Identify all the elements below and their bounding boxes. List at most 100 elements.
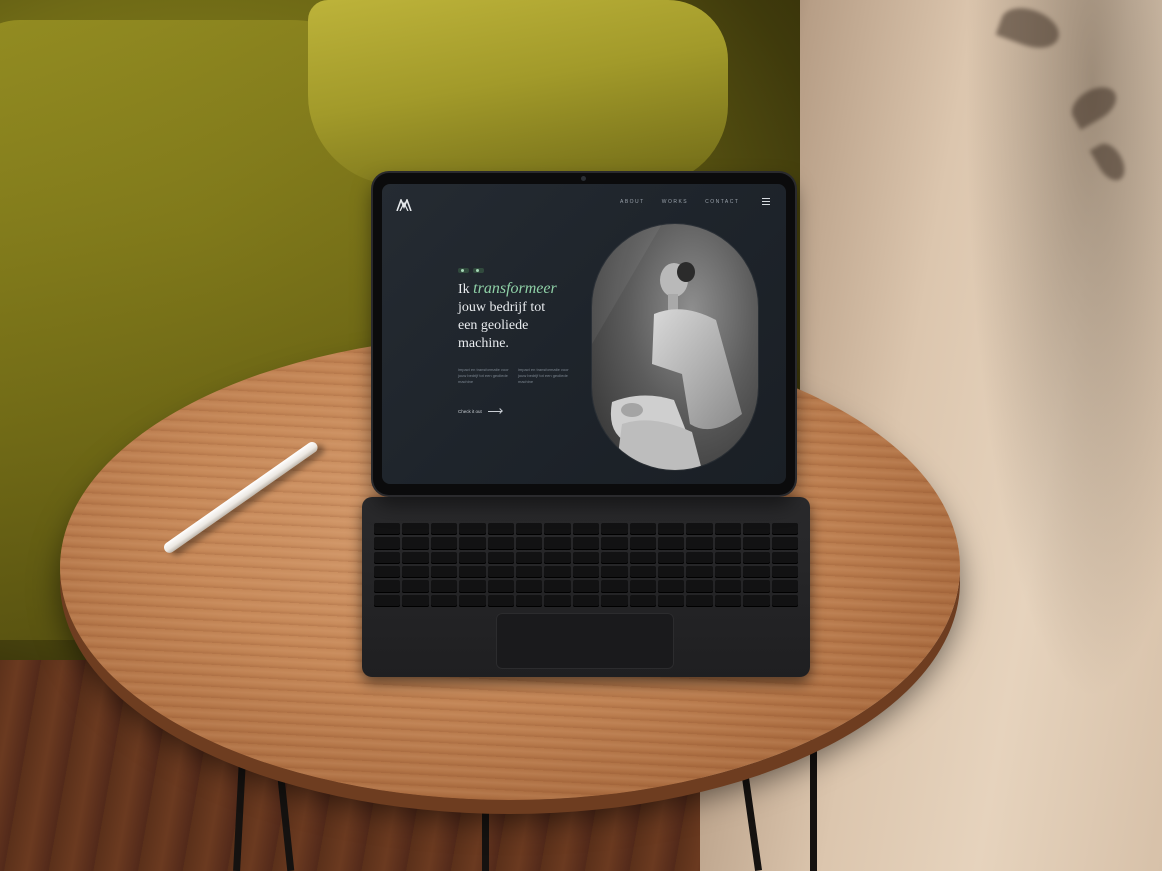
keyboard-key[interactable] — [402, 523, 429, 536]
keyboard-key[interactable] — [459, 523, 486, 536]
keyboard-key[interactable] — [402, 551, 429, 564]
keyboard-key[interactable] — [771, 580, 798, 593]
keyboard-key[interactable] — [402, 537, 429, 550]
keyboard-key[interactable] — [487, 537, 514, 550]
keyboard-key[interactable] — [430, 523, 458, 536]
nav-about[interactable]: ABOUT — [620, 199, 645, 205]
keyboard-key[interactable] — [459, 537, 486, 550]
keyboard-key[interactable] — [374, 565, 401, 579]
keyboard-key[interactable] — [515, 537, 543, 550]
keyboard-key[interactable] — [601, 523, 628, 536]
nav-contact[interactable]: CONTACT — [705, 199, 739, 205]
keyboard-key[interactable] — [771, 565, 798, 579]
keyboard-key[interactable] — [771, 551, 798, 564]
keyboard-key[interactable] — [657, 551, 685, 564]
nav-works[interactable]: WORKS — [662, 199, 688, 205]
trackpad[interactable] — [496, 613, 674, 669]
keyboard-key[interactable] — [743, 523, 770, 536]
keyboard-key[interactable] — [544, 551, 571, 564]
keyboard-key[interactable] — [459, 580, 486, 593]
keyboard-key[interactable] — [374, 523, 401, 536]
keyboard-key[interactable] — [515, 594, 543, 607]
keyboard-key[interactable] — [459, 551, 486, 564]
keyboard-key[interactable] — [572, 565, 600, 579]
keyboard-key[interactable] — [714, 580, 742, 593]
keyboard-key[interactable] — [686, 537, 713, 550]
keyboard-key[interactable] — [629, 594, 656, 607]
keyboard-key[interactable] — [430, 594, 458, 607]
front-camera — [581, 176, 586, 181]
keyboard-key[interactable] — [714, 523, 742, 536]
keyboard-key[interactable] — [572, 537, 600, 550]
keyboard-key[interactable] — [515, 523, 543, 536]
keyboard-key[interactable] — [572, 594, 600, 607]
keyboard-key[interactable] — [544, 594, 571, 607]
keyboard-key[interactable] — [657, 537, 685, 550]
keyboard-key[interactable] — [374, 537, 401, 550]
keyboard-key[interactable] — [515, 565, 543, 579]
keyboard-key[interactable] — [686, 565, 713, 579]
keyboard-key[interactable] — [487, 551, 514, 564]
keyboard-key[interactable] — [544, 565, 571, 579]
keyboard-keys — [374, 523, 798, 607]
keyboard-key[interactable] — [402, 594, 429, 607]
keyboard-key[interactable] — [657, 594, 685, 607]
keyboard-key[interactable] — [402, 580, 429, 593]
keyboard-key[interactable] — [686, 551, 713, 564]
keyboard-key[interactable] — [459, 565, 486, 579]
keyboard-key[interactable] — [629, 565, 656, 579]
keyboard-key[interactable] — [771, 537, 798, 550]
keyboard-key[interactable] — [714, 594, 742, 607]
keyboard-key[interactable] — [601, 580, 628, 593]
keyboard-key[interactable] — [743, 551, 770, 564]
keyboard-key[interactable] — [374, 580, 401, 593]
keyboard-key[interactable] — [743, 580, 770, 593]
keyboard-key[interactable] — [601, 594, 628, 607]
keyboard-key[interactable] — [657, 565, 685, 579]
keyboard-key[interactable] — [487, 580, 514, 593]
m-logo-icon[interactable] — [396, 199, 412, 211]
keyboard-key[interactable] — [686, 580, 713, 593]
keyboard-key[interactable] — [743, 594, 770, 607]
keyboard-key[interactable] — [515, 580, 543, 593]
keyboard-key[interactable] — [572, 580, 600, 593]
keyboard-key[interactable] — [487, 523, 514, 536]
keyboard-key[interactable] — [601, 537, 628, 550]
keyboard-key[interactable] — [430, 580, 458, 593]
keyboard-key[interactable] — [487, 594, 514, 607]
keyboard-key[interactable] — [544, 580, 571, 593]
keyboard-key[interactable] — [487, 565, 514, 579]
keyboard-key[interactable] — [714, 565, 742, 579]
keyboard-key[interactable] — [743, 537, 770, 550]
keyboard-key[interactable] — [459, 594, 486, 607]
keyboard-key[interactable] — [430, 565, 458, 579]
keyboard-key[interactable] — [657, 523, 685, 536]
keyboard-key[interactable] — [515, 551, 543, 564]
keyboard-key[interactable] — [771, 523, 798, 536]
keyboard-key[interactable] — [771, 594, 798, 607]
keyboard-key[interactable] — [374, 551, 401, 564]
keyboard-key[interactable] — [714, 537, 742, 550]
keyboard-key[interactable] — [714, 551, 742, 564]
keyboard-key[interactable] — [743, 565, 770, 579]
keyboard-key[interactable] — [430, 551, 458, 564]
keyboard-key[interactable] — [629, 523, 656, 536]
keyboard-key[interactable] — [544, 523, 571, 536]
keyboard-key[interactable] — [402, 565, 429, 579]
keyboard-key[interactable] — [601, 551, 628, 564]
keyboard-key[interactable] — [430, 537, 458, 550]
check-it-out-link[interactable]: Check it out — [458, 409, 502, 414]
keyboard-key[interactable] — [572, 523, 600, 536]
tag-badges — [458, 268, 484, 273]
keyboard-key[interactable] — [629, 580, 656, 593]
keyboard-key[interactable] — [601, 565, 628, 579]
keyboard-key[interactable] — [686, 523, 713, 536]
keyboard-key[interactable] — [544, 537, 571, 550]
keyboard-key[interactable] — [629, 551, 656, 564]
hamburger-menu-icon[interactable] — [762, 198, 770, 206]
keyboard-key[interactable] — [686, 594, 713, 607]
keyboard-key[interactable] — [572, 551, 600, 564]
keyboard-key[interactable] — [629, 537, 656, 550]
keyboard-key[interactable] — [657, 580, 685, 593]
keyboard-key[interactable] — [374, 594, 401, 607]
